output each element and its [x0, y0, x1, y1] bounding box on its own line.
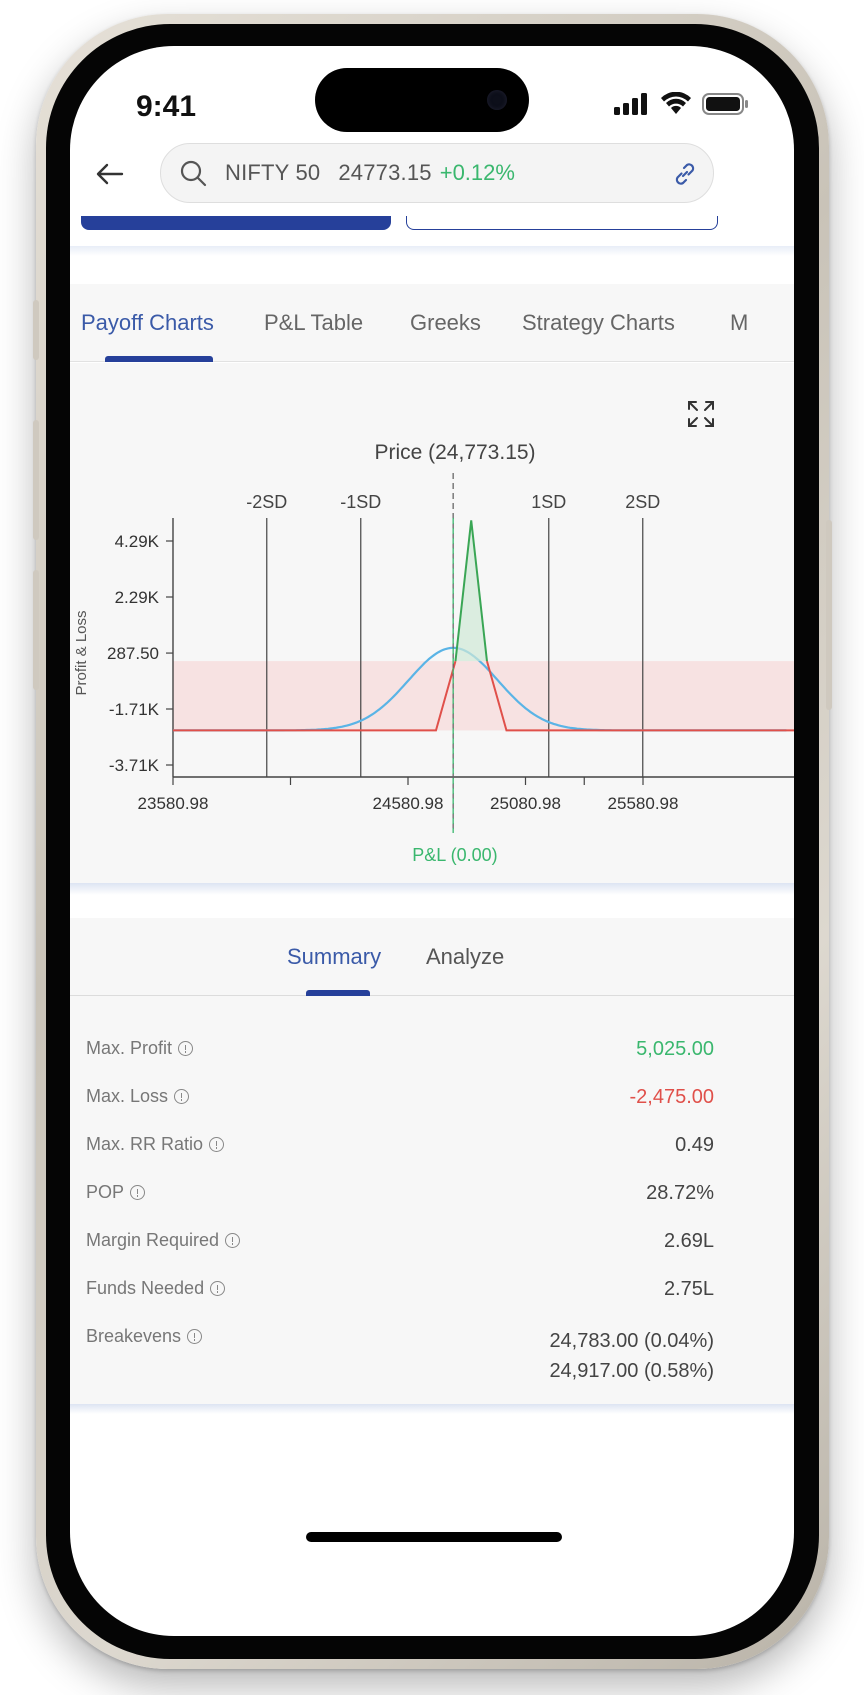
- dynamic-island: [315, 68, 529, 132]
- y-axis-label: Profit & Loss: [73, 610, 90, 695]
- sd-label: 2SD: [625, 492, 660, 512]
- breakeven-2: 24,917.00 (0.58%): [549, 1360, 714, 1382]
- x-tick-label: 23580.98: [138, 794, 209, 813]
- primary-action-button[interactable]: [81, 216, 391, 230]
- breakevens-row: Breakevens 24,783.00 (0.04%) 24,917.00 (…: [86, 1326, 714, 1390]
- breakevens-value: 24,783.00 (0.04%) 24,917.00 (0.58%): [549, 1326, 714, 1386]
- pop-value: 28.72%: [646, 1182, 714, 1204]
- y-tick-label: -3.71K: [109, 756, 160, 775]
- margin-required-label: Margin Required: [86, 1230, 241, 1251]
- status-time: 9:41: [136, 90, 197, 123]
- wifi-icon: [661, 92, 691, 114]
- tab-pl-table[interactable]: P&L Table: [264, 310, 363, 336]
- link-icon[interactable]: [671, 160, 699, 188]
- x-tick-label: 25580.98: [608, 794, 679, 813]
- current-price-label: Price (24,773.15): [374, 441, 535, 464]
- funds-needed-label-text: Funds Needed: [86, 1278, 205, 1298]
- funds-needed-label: Funds Needed: [86, 1278, 226, 1299]
- pop-label-text: POP: [86, 1182, 125, 1202]
- camera-icon: [487, 90, 507, 110]
- info-icon[interactable]: [178, 1041, 194, 1056]
- tab-strategy-charts[interactable]: Strategy Charts: [522, 310, 675, 336]
- breakevens-label-text: Breakevens: [86, 1326, 182, 1346]
- max-profit-label-text: Max. Profit: [86, 1038, 173, 1058]
- cellular-signal-icon: [614, 93, 647, 115]
- tab-analyze[interactable]: Analyze: [426, 944, 504, 970]
- loss-region: [173, 661, 794, 731]
- pop-label: POP: [86, 1182, 146, 1203]
- summary-tabs: Summary Analyze: [70, 918, 794, 996]
- secondary-action-button[interactable]: [406, 216, 718, 230]
- sd-label: -1SD: [340, 492, 381, 512]
- payoff-chart-card: Price (24,773.15) Profit & Loss -2SD -1SD…: [70, 363, 794, 883]
- summary-tab-indicator: [306, 990, 370, 996]
- app-screen: 9:41 NIFTY 50 24773.15 +0.12% Payoff Cha…: [70, 46, 794, 1636]
- max-loss-label: Max. Loss: [86, 1086, 190, 1107]
- pop-row: POP 28.72%: [86, 1182, 714, 1222]
- battery-icon: [702, 93, 748, 115]
- breakeven-1: 24,783.00 (0.04%): [549, 1330, 714, 1352]
- y-tick-label: 4.29K: [115, 532, 160, 551]
- sd-label: 1SD: [531, 492, 566, 512]
- summary-card: Summary Analyze Max. Profit 5,025.00 Max…: [70, 918, 794, 1404]
- breakevens-label: Breakevens: [86, 1326, 203, 1347]
- max-loss-value: -2,475.00: [629, 1086, 714, 1108]
- payoff-chart: Price (24,773.15) Profit & Loss -2SD -1SD…: [73, 441, 794, 865]
- chart-tabs: Payoff Charts P&L Table Greeks Strategy …: [70, 284, 794, 362]
- search-input[interactable]: NIFTY 50 24773.15 +0.12%: [160, 143, 714, 203]
- rr-ratio-label-text: Max. RR Ratio: [86, 1134, 204, 1154]
- margin-required-row: Margin Required 2.69L: [86, 1230, 714, 1270]
- x-tick-label: 24580.98: [373, 794, 444, 813]
- max-profit-value: 5,025.00: [636, 1038, 714, 1060]
- max-loss-label-text: Max. Loss: [86, 1086, 169, 1106]
- tab-payoff-charts[interactable]: Payoff Charts: [81, 310, 214, 336]
- y-tick-label: 287.50: [107, 644, 159, 663]
- funds-needed-value: 2.75L: [663, 1278, 714, 1300]
- mute-switch: [33, 300, 39, 360]
- margin-required-label-text: Margin Required: [86, 1230, 220, 1250]
- search-icon: [180, 160, 207, 187]
- profit-region: [455, 520, 487, 662]
- home-indicator[interactable]: [306, 1532, 562, 1542]
- arrow-left-icon: [96, 163, 124, 185]
- info-icon[interactable]: [130, 1185, 146, 1200]
- back-button[interactable]: [90, 154, 130, 194]
- divider: [70, 1404, 794, 1414]
- volume-up-button: [33, 420, 39, 540]
- instrument-symbol: NIFTY 50: [225, 160, 321, 185]
- sd-label: -2SD: [246, 492, 287, 512]
- divider: [70, 883, 794, 895]
- tab-more[interactable]: M: [730, 310, 748, 336]
- divider: [70, 246, 794, 256]
- info-icon[interactable]: [225, 1233, 241, 1248]
- volume-down-button: [33, 570, 39, 690]
- info-icon[interactable]: [174, 1089, 190, 1104]
- rr-ratio-value: 0.49: [675, 1134, 714, 1156]
- info-icon[interactable]: [209, 1137, 225, 1152]
- instrument-change: +0.12%: [439, 160, 515, 185]
- info-icon[interactable]: [210, 1281, 226, 1296]
- instrument-price: 24773.15: [338, 160, 432, 185]
- rr-ratio-label: Max. RR Ratio: [86, 1134, 225, 1155]
- rr-ratio-row: Max. RR Ratio 0.49: [86, 1134, 714, 1174]
- max-profit-label: Max. Profit: [86, 1038, 194, 1059]
- y-tick-label: 2.29K: [115, 588, 160, 607]
- info-icon[interactable]: [187, 1329, 203, 1344]
- margin-required-value: 2.69L: [663, 1230, 714, 1252]
- funds-needed-row: Funds Needed 2.75L: [86, 1278, 714, 1318]
- max-loss-row: Max. Loss -2,475.00: [86, 1086, 714, 1126]
- tab-greeks[interactable]: Greeks: [410, 310, 481, 336]
- x-tick-label: 25080.98: [490, 794, 561, 813]
- active-tab-indicator: [105, 356, 213, 362]
- status-icons: [614, 92, 748, 116]
- y-tick-label: -1.71K: [109, 700, 160, 719]
- max-profit-row: Max. Profit 5,025.00: [86, 1038, 714, 1078]
- tab-summary[interactable]: Summary: [287, 944, 381, 970]
- power-button: [826, 520, 832, 710]
- pnl-label: P&L (0.00): [412, 845, 497, 865]
